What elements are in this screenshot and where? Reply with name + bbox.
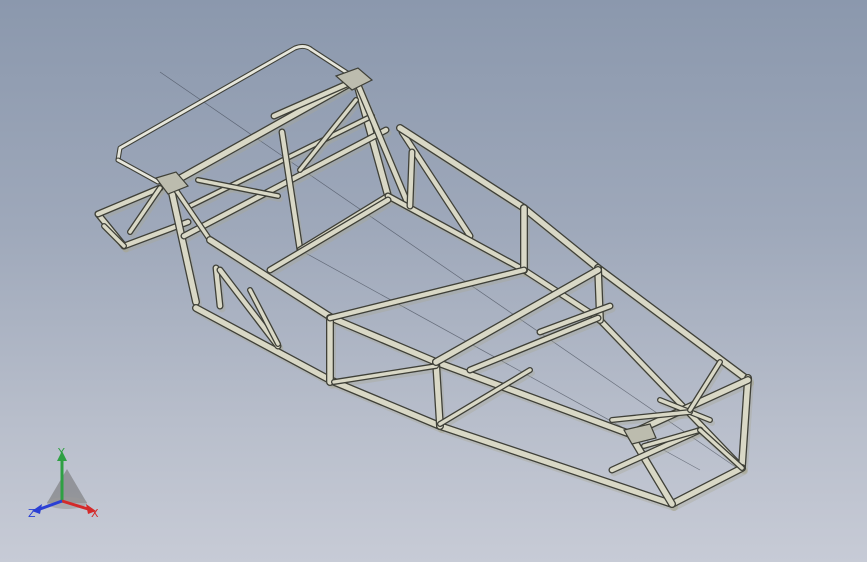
centerline: [159, 71, 741, 471]
floor-cross[interactable]: [467, 315, 601, 373]
upper-side-rail[interactable]: [397, 125, 527, 211]
construction-centerlines: [159, 71, 741, 471]
chassis-3d-model[interactable]: [0, 0, 867, 562]
floor-cross[interactable]: [327, 267, 527, 321]
side-vertical[interactable]: [407, 149, 415, 209]
upper-side-rail[interactable]: [521, 205, 601, 271]
z-axis-label: Z: [28, 507, 36, 520]
floor-cross[interactable]: [267, 197, 391, 273]
upper-side-rail[interactable]: [595, 265, 751, 383]
axis-triad[interactable]: Y X Z: [22, 445, 112, 525]
roll-hoop-lower[interactable]: [116, 158, 160, 184]
tube-shadow: [268, 199, 394, 277]
y-axis-label: Y: [57, 446, 65, 459]
x-axis-label: X: [91, 507, 99, 520]
lower-side-rail[interactable]: [327, 377, 443, 429]
graphics-viewport[interactable]: Y X Z: [0, 0, 867, 562]
rear-brace[interactable]: [698, 428, 744, 470]
rear-bottom-cross[interactable]: [669, 465, 745, 507]
upper-side-rail[interactable]: [329, 315, 439, 365]
